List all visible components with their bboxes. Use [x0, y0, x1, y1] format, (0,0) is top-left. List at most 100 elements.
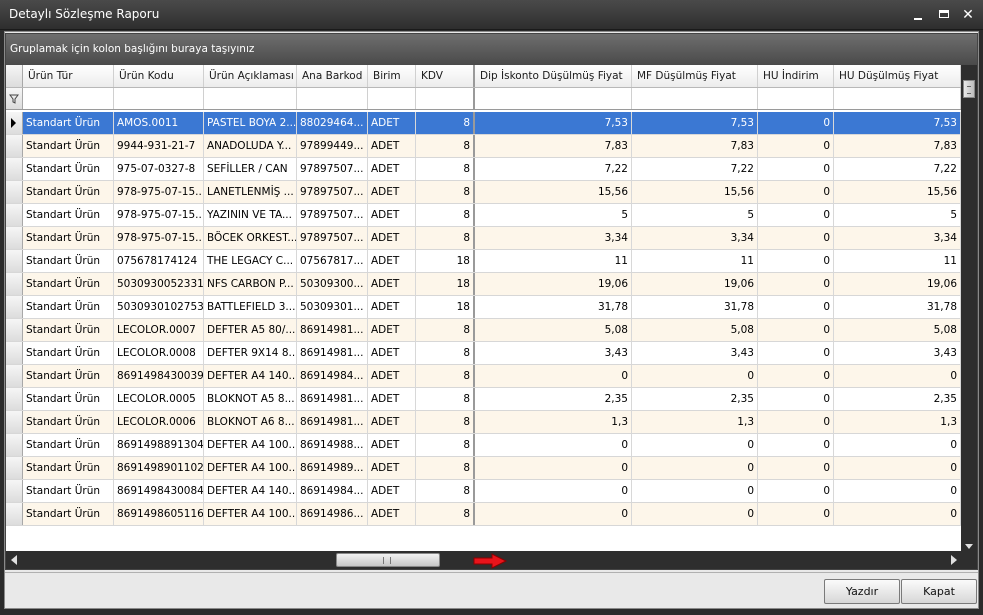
table-cell[interactable]: Standart Ürün — [23, 365, 114, 387]
table-cell[interactable]: Standart Ürün — [23, 457, 114, 479]
filter-cell[interactable] — [416, 88, 475, 109]
horizontal-scroll-thumb[interactable] — [336, 553, 440, 567]
table-cell[interactable]: 11 — [834, 250, 961, 272]
table-cell[interactable]: 19,06 — [834, 273, 961, 295]
table-cell[interactable]: BLOKNOT A6 8... — [204, 411, 297, 433]
table-cell[interactable]: DEFTER A4 140... — [204, 480, 297, 502]
row-indicator[interactable] — [6, 411, 23, 433]
table-cell[interactable]: DEFTER A4 100... — [204, 434, 297, 456]
maximize-button[interactable] — [934, 6, 954, 24]
table-cell[interactable]: 8 — [416, 457, 475, 479]
table-cell[interactable]: Standart Ürün — [23, 135, 114, 157]
table-cell[interactable]: 50309300... — [297, 273, 368, 295]
table-cell[interactable]: ADET — [368, 296, 416, 318]
table-row[interactable]: Standart Ürün 8691498891304 DEFTER A4 100.… — [6, 434, 961, 457]
table-cell[interactable]: 8 — [416, 434, 475, 456]
table-cell[interactable]: 18 — [416, 296, 475, 318]
table-cell[interactable]: BÖCEK ORKEST... — [204, 227, 297, 249]
scroll-left-icon[interactable] — [11, 555, 17, 565]
table-cell[interactable]: 19,06 — [475, 273, 632, 295]
table-cell[interactable]: ADET — [368, 319, 416, 341]
table-cell[interactable]: 0 — [632, 503, 758, 525]
table-cell[interactable]: ADET — [368, 342, 416, 364]
table-cell[interactable]: ADET — [368, 204, 416, 226]
table-cell[interactable]: 15,56 — [834, 181, 961, 203]
column-header[interactable]: MF Düşülmüş Fiyat — [632, 65, 758, 87]
table-cell[interactable]: 31,78 — [834, 296, 961, 318]
table-cell[interactable]: 8691498901102 — [114, 457, 204, 479]
table-cell[interactable]: 86914989... — [297, 457, 368, 479]
table-cell[interactable]: 86914981... — [297, 388, 368, 410]
table-cell[interactable]: 8691498891304 — [114, 434, 204, 456]
table-cell[interactable]: 15,56 — [475, 181, 632, 203]
table-cell[interactable]: Standart Ürün — [23, 112, 114, 134]
table-cell[interactable]: 31,78 — [475, 296, 632, 318]
table-cell[interactable]: Standart Ürün — [23, 503, 114, 525]
table-cell[interactable]: 0 — [758, 112, 834, 134]
table-cell[interactable]: 3,43 — [632, 342, 758, 364]
filter-icon[interactable] — [9, 94, 19, 104]
table-cell[interactable]: 3,34 — [834, 227, 961, 249]
row-indicator[interactable] — [6, 158, 23, 180]
table-cell[interactable]: 978-975-07-15... — [114, 204, 204, 226]
table-cell[interactable]: 9944-931-21-7 — [114, 135, 204, 157]
table-cell[interactable]: 7,22 — [632, 158, 758, 180]
table-cell[interactable]: Standart Ürün — [23, 273, 114, 295]
table-cell[interactable]: 0 — [475, 365, 632, 387]
table-row[interactable]: Standart Ürün 8691498430039 DEFTER A4 140.… — [6, 365, 961, 388]
report-grid[interactable]: Gruplamak için kolon başlığını buraya ta… — [5, 33, 978, 570]
table-cell[interactable]: 18 — [416, 250, 475, 272]
row-indicator[interactable] — [6, 457, 23, 479]
table-cell[interactable]: PASTEL BOYA 2... — [204, 112, 297, 134]
table-cell[interactable]: 3,34 — [632, 227, 758, 249]
row-indicator[interactable] — [6, 273, 23, 295]
table-cell[interactable]: 8 — [416, 135, 475, 157]
table-cell[interactable]: 0 — [475, 503, 632, 525]
print-button[interactable]: Yazdır — [824, 579, 900, 604]
table-row[interactable]: Standart Ürün LECOLOR.0006 BLOKNOT A6 8...… — [6, 411, 961, 434]
column-header[interactable]: KDV — [416, 65, 475, 87]
table-cell[interactable]: BLOKNOT A5 8... — [204, 388, 297, 410]
table-cell[interactable]: 1,3 — [475, 411, 632, 433]
table-cell[interactable]: 0 — [834, 480, 961, 502]
table-cell[interactable]: 8 — [416, 503, 475, 525]
scroll-down-icon[interactable] — [965, 544, 973, 549]
horizontal-scrollbar[interactable] — [6, 551, 977, 569]
table-cell[interactable]: Standart Ürün — [23, 158, 114, 180]
table-cell[interactable]: 075678174124 — [114, 250, 204, 272]
table-cell[interactable]: 5,08 — [632, 319, 758, 341]
table-cell[interactable]: Standart Ürün — [23, 181, 114, 203]
table-cell[interactable]: 0 — [758, 135, 834, 157]
table-cell[interactable]: LECOLOR.0005 — [114, 388, 204, 410]
table-cell[interactable]: 978-975-07-15... — [114, 227, 204, 249]
table-cell[interactable]: 88029464... — [297, 112, 368, 134]
table-cell[interactable]: 5 — [475, 204, 632, 226]
table-row[interactable]: Standart Ürün AMOS.0011 PASTEL BOYA 2... 88… — [6, 112, 961, 135]
table-cell[interactable]: Standart Ürün — [23, 342, 114, 364]
table-cell[interactable]: 2,35 — [475, 388, 632, 410]
table-cell[interactable]: Standart Ürün — [23, 204, 114, 226]
table-cell[interactable]: 86914981... — [297, 319, 368, 341]
table-cell[interactable]: DEFTER A4 100... — [204, 457, 297, 479]
table-row[interactable]: Standart Ürün 075678174124 THE LEGACY C...… — [6, 250, 961, 273]
filter-cell[interactable] — [23, 88, 114, 109]
table-cell[interactable]: BATTLEFIELD 3... — [204, 296, 297, 318]
filter-cell[interactable] — [204, 88, 297, 109]
table-cell[interactable]: 7,22 — [475, 158, 632, 180]
table-cell[interactable]: 8 — [416, 365, 475, 387]
row-indicator[interactable] — [6, 250, 23, 272]
column-header[interactable]: Ürün Açıklaması — [204, 65, 297, 87]
filter-row[interactable] — [6, 88, 961, 110]
table-row[interactable]: Standart Ürün 5030930052331 NFS CARBON P..… — [6, 273, 961, 296]
table-cell[interactable]: 0 — [632, 434, 758, 456]
table-cell[interactable]: 8 — [416, 227, 475, 249]
table-cell[interactable]: 0 — [834, 503, 961, 525]
table-row[interactable]: Standart Ürün 975-07-0327-8 SEFİLLER / CAN… — [6, 158, 961, 181]
table-cell[interactable]: 0 — [475, 457, 632, 479]
table-row[interactable]: Standart Ürün 8691498430084 DEFTER A4 140.… — [6, 480, 961, 503]
table-cell[interactable]: ADET — [368, 112, 416, 134]
table-row[interactable]: Standart Ürün 9944-931-21-7 ANADOLUDA Y...… — [6, 135, 961, 158]
table-cell[interactable]: Standart Ürün — [23, 319, 114, 341]
table-row[interactable]: Standart Ürün 978-975-07-15... YAZININ VE … — [6, 204, 961, 227]
table-row[interactable]: Standart Ürün 8691498901102 DEFTER A4 100.… — [6, 457, 961, 480]
